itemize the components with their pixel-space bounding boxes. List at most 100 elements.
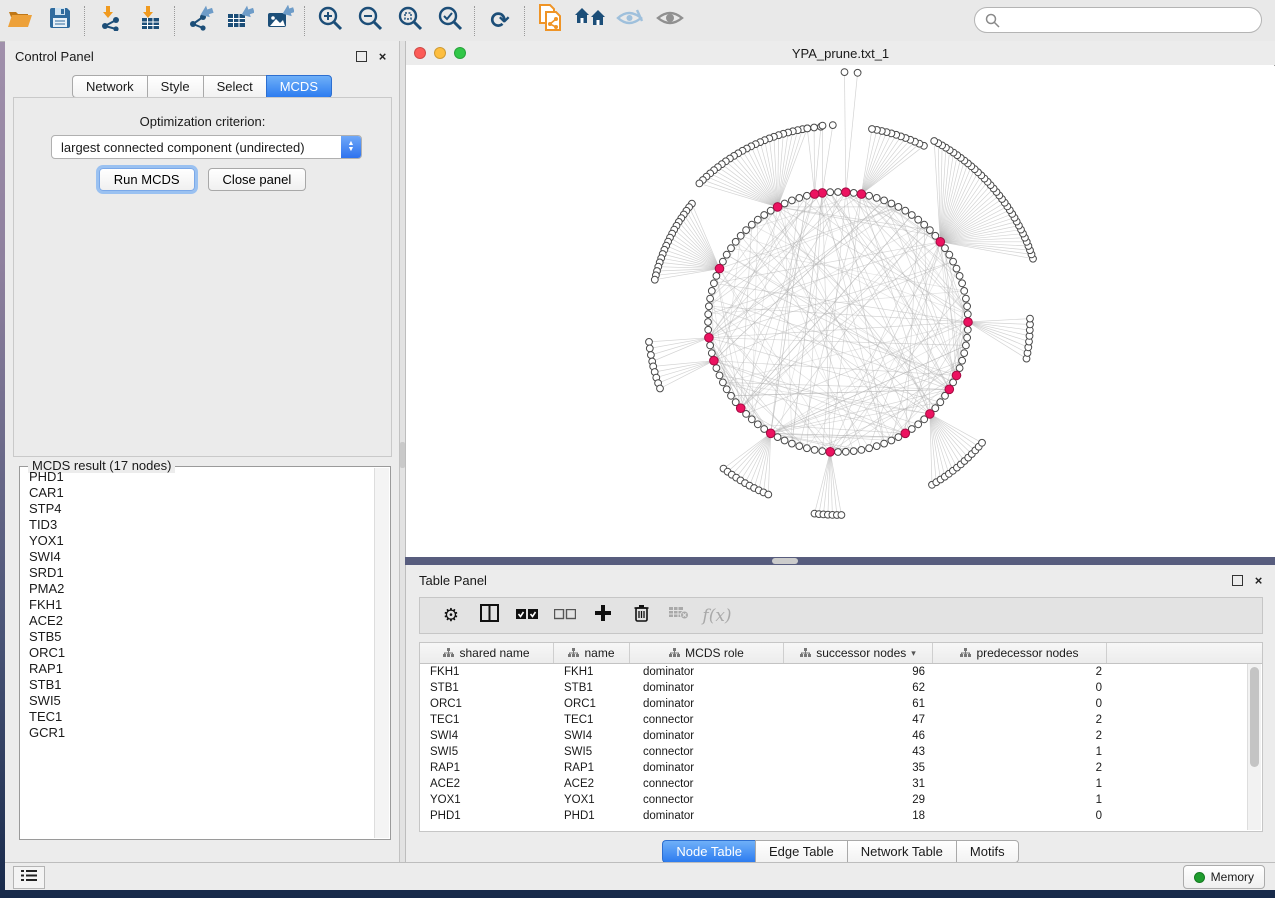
cell-predecessor-nodes[interactable]: 2 bbox=[933, 760, 1107, 776]
zoom-fit-button[interactable] bbox=[390, 3, 430, 39]
table-tab-network-table[interactable]: Network Table bbox=[847, 840, 956, 863]
cell-successor-nodes[interactable]: 35 bbox=[784, 760, 933, 776]
mcds-result-item[interactable]: STB5 bbox=[21, 629, 375, 645]
table-row-ACE2[interactable]: ACE2ACE2connector311 bbox=[420, 776, 1262, 792]
cell-shared-name[interactable]: SWI4 bbox=[420, 728, 554, 744]
zoom-in-button[interactable] bbox=[310, 3, 350, 39]
save-session-button[interactable] bbox=[40, 3, 80, 39]
cell-shared-name[interactable]: PHD1 bbox=[420, 808, 554, 824]
column-header-predecessor-nodes[interactable]: predecessor nodes bbox=[933, 643, 1107, 663]
network-canvas[interactable] bbox=[406, 65, 1274, 556]
cell-name[interactable]: SWI5 bbox=[554, 744, 630, 760]
delete-column-button[interactable] bbox=[622, 601, 660, 631]
table-row-YOX1[interactable]: YOX1YOX1connector291 bbox=[420, 792, 1262, 808]
mcds-result-item[interactable]: ACE2 bbox=[21, 613, 375, 629]
cell-predecessor-nodes[interactable]: 0 bbox=[933, 680, 1107, 696]
tab-network[interactable]: Network bbox=[72, 75, 147, 98]
zoom-selected-button[interactable] bbox=[430, 3, 470, 39]
cell-mcds-role[interactable]: connector bbox=[630, 712, 784, 728]
table-scrollbar-thumb[interactable] bbox=[1250, 667, 1259, 767]
cell-predecessor-nodes[interactable]: 1 bbox=[933, 792, 1107, 808]
cell-mcds-role[interactable]: connector bbox=[630, 744, 784, 760]
hide-selected-button[interactable] bbox=[610, 3, 650, 39]
mcds-result-item[interactable]: YOX1 bbox=[21, 533, 375, 549]
cell-shared-name[interactable]: SWI5 bbox=[420, 744, 554, 760]
apply-layout-button[interactable]: ⟳ bbox=[480, 3, 520, 39]
table-row-RAP1[interactable]: RAP1RAP1dominator352 bbox=[420, 760, 1262, 776]
cell-predecessor-nodes[interactable]: 1 bbox=[933, 776, 1107, 792]
zoom-out-button[interactable] bbox=[350, 3, 390, 39]
criterion-select[interactable]: largest connected component (undirected)… bbox=[51, 135, 362, 159]
memory-button[interactable]: Memory bbox=[1183, 865, 1265, 889]
tab-style[interactable]: Style bbox=[147, 75, 203, 98]
add-column-button[interactable] bbox=[584, 601, 622, 631]
horizontal-splitter-grip[interactable] bbox=[772, 558, 798, 564]
column-header-name[interactable]: name bbox=[554, 643, 630, 663]
table-row-STB1[interactable]: STB1STB1dominator620 bbox=[420, 680, 1262, 696]
mcds-result-item[interactable]: PHD1 bbox=[21, 469, 375, 485]
table-tab-node-table[interactable]: Node Table bbox=[662, 840, 755, 863]
table-row-TEC1[interactable]: TEC1TEC1connector472 bbox=[420, 712, 1262, 728]
table-row-SWI4[interactable]: SWI4SWI4dominator462 bbox=[420, 728, 1262, 744]
export-image-button[interactable] bbox=[260, 3, 300, 39]
export-table-button[interactable] bbox=[220, 3, 260, 39]
cell-successor-nodes[interactable]: 46 bbox=[784, 728, 933, 744]
cell-mcds-role[interactable]: dominator bbox=[630, 728, 784, 744]
cell-name[interactable]: SWI4 bbox=[554, 728, 630, 744]
mcds-result-item[interactable]: PMA2 bbox=[21, 581, 375, 597]
cell-name[interactable]: FKH1 bbox=[554, 664, 630, 680]
task-history-button[interactable] bbox=[13, 866, 45, 889]
mcds-result-item[interactable]: FKH1 bbox=[21, 597, 375, 613]
cell-mcds-role[interactable]: dominator bbox=[630, 760, 784, 776]
cell-successor-nodes[interactable]: 29 bbox=[784, 792, 933, 808]
table-row-PHD1[interactable]: PHD1PHD1dominator180 bbox=[420, 808, 1262, 824]
cell-predecessor-nodes[interactable]: 1 bbox=[933, 744, 1107, 760]
cell-successor-nodes[interactable]: 31 bbox=[784, 776, 933, 792]
mcds-result-item[interactable]: TEC1 bbox=[21, 709, 375, 725]
cell-predecessor-nodes[interactable]: 2 bbox=[933, 712, 1107, 728]
cell-predecessor-nodes[interactable]: 0 bbox=[933, 808, 1107, 824]
network-graph[interactable] bbox=[406, 65, 1274, 556]
table-tab-edge-table[interactable]: Edge Table bbox=[755, 840, 847, 863]
search-input[interactable] bbox=[1006, 12, 1251, 29]
tab-mcds[interactable]: MCDS bbox=[266, 75, 332, 98]
mcds-result-item[interactable]: RAP1 bbox=[21, 661, 375, 677]
cell-mcds-role[interactable]: connector bbox=[630, 776, 784, 792]
mcds-result-item[interactable]: GCR1 bbox=[21, 725, 375, 741]
first-neighbors-button[interactable] bbox=[570, 3, 610, 39]
export-network-button[interactable] bbox=[180, 3, 220, 39]
cell-name[interactable]: YOX1 bbox=[554, 792, 630, 808]
mcds-result-item[interactable]: SWI5 bbox=[21, 693, 375, 709]
cell-successor-nodes[interactable]: 62 bbox=[784, 680, 933, 696]
cell-predecessor-nodes[interactable]: 2 bbox=[933, 664, 1107, 680]
mcds-result-item[interactable]: STB1 bbox=[21, 677, 375, 693]
cell-successor-nodes[interactable]: 61 bbox=[784, 696, 933, 712]
open-file-button[interactable] bbox=[0, 3, 40, 39]
cell-successor-nodes[interactable]: 96 bbox=[784, 664, 933, 680]
mcds-result-item[interactable]: STP4 bbox=[21, 501, 375, 517]
cell-name[interactable]: ORC1 bbox=[554, 696, 630, 712]
tab-select[interactable]: Select bbox=[203, 75, 266, 98]
clone-network-button[interactable] bbox=[530, 3, 570, 39]
cell-successor-nodes[interactable]: 43 bbox=[784, 744, 933, 760]
column-header-successor-nodes[interactable]: successor nodes▾ bbox=[784, 643, 933, 663]
show-columns-button[interactable] bbox=[470, 601, 508, 631]
import-network-button[interactable] bbox=[90, 3, 130, 39]
table-close-button[interactable]: × bbox=[1252, 574, 1265, 587]
cell-shared-name[interactable]: FKH1 bbox=[420, 664, 554, 680]
select-all-button[interactable] bbox=[508, 601, 546, 631]
cell-shared-name[interactable]: RAP1 bbox=[420, 760, 554, 776]
cell-mcds-role[interactable]: dominator bbox=[630, 696, 784, 712]
mcds-result-item[interactable]: CAR1 bbox=[21, 485, 375, 501]
cell-shared-name[interactable]: ACE2 bbox=[420, 776, 554, 792]
table-options-button[interactable]: ⚙ bbox=[432, 601, 470, 631]
table-row-FKH1[interactable]: FKH1FKH1dominator962 bbox=[420, 664, 1262, 680]
cell-name[interactable]: RAP1 bbox=[554, 760, 630, 776]
result-scrollbar[interactable] bbox=[374, 468, 389, 838]
import-table-button[interactable] bbox=[130, 3, 170, 39]
cell-predecessor-nodes[interactable]: 0 bbox=[933, 696, 1107, 712]
mcds-result-item[interactable]: SWI4 bbox=[21, 549, 375, 565]
cell-successor-nodes[interactable]: 18 bbox=[784, 808, 933, 824]
table-tab-motifs[interactable]: Motifs bbox=[956, 840, 1019, 863]
cell-successor-nodes[interactable]: 47 bbox=[784, 712, 933, 728]
